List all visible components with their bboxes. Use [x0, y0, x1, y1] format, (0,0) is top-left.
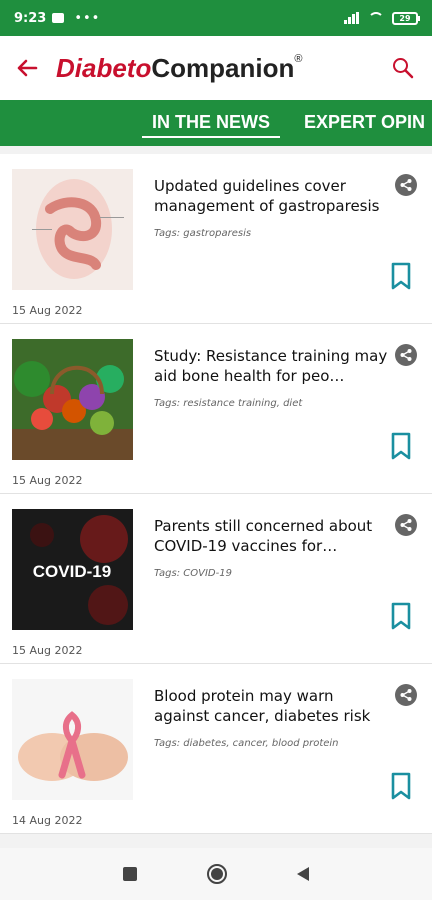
share-icon: [400, 519, 412, 531]
home-icon: [211, 868, 223, 880]
article-tags: Tags: resistance training, diet: [154, 398, 303, 409]
recents-button[interactable]: [123, 867, 137, 881]
article-tags: Tags: gastroparesis: [154, 228, 252, 239]
system-nav-bar: [0, 848, 432, 900]
message-icon: [52, 13, 65, 23]
search-button[interactable]: [386, 51, 420, 85]
article-title[interactable]: Blood protein may warn against cancer, d…: [154, 686, 390, 726]
bookmark-icon[interactable]: [390, 602, 412, 630]
article-date: 15 Aug 2022: [12, 644, 83, 657]
article-date: 15 Aug 2022: [12, 304, 83, 317]
share-button[interactable]: [395, 174, 417, 196]
bookmark-icon[interactable]: [390, 262, 412, 290]
tab-expert-opinion[interactable]: EXPERT OPIN: [304, 100, 425, 146]
article-date: 15 Aug 2022: [12, 474, 83, 487]
signal-icon: [344, 12, 360, 24]
tab-in-the-news[interactable]: IN THE NEWS: [142, 100, 281, 146]
share-button[interactable]: [395, 514, 417, 536]
logo-part-diabeto: Diabeto: [56, 52, 152, 83]
article-thumbnail[interactable]: [12, 339, 133, 460]
wifi-icon: [368, 12, 384, 24]
share-button[interactable]: [395, 344, 417, 366]
article-tags: Tags: COVID-19: [154, 568, 232, 579]
article-date: 14 Aug 2022: [12, 814, 83, 827]
article-title[interactable]: Parents still concerned about COVID-19 v…: [154, 516, 390, 556]
article-tags: Tags: diabetes, cancer, blood protein: [154, 738, 339, 749]
logo-part-companion: Companion: [151, 52, 295, 83]
share-icon: [400, 689, 412, 701]
news-card[interactable]: COVID-19 Parents still concerned about C…: [0, 494, 432, 664]
bookmark-icon[interactable]: [390, 432, 412, 460]
home-button[interactable]: [207, 864, 227, 884]
battery-level: 29: [399, 13, 411, 23]
article-title[interactable]: Updated guidelines cover management of g…: [154, 176, 390, 216]
back-button[interactable]: [12, 53, 42, 83]
system-back-button[interactable]: [297, 867, 309, 881]
share-icon: [400, 349, 412, 361]
status-bar: 9:23 ••• 29: [0, 0, 432, 36]
news-card[interactable]: Blood protein may warn against cancer, d…: [0, 664, 432, 834]
app-bar: DiabetoCompanion®: [0, 36, 432, 100]
status-time: 9:23: [14, 10, 47, 26]
app-logo: DiabetoCompanion®: [56, 53, 302, 84]
covid-thumbnail-text: COVID-19: [33, 562, 111, 581]
search-icon: [393, 58, 414, 79]
news-card[interactable]: Study: Resistance training may aid bone …: [0, 324, 432, 494]
category-tabs: IN THE NEWS EXPERT OPIN: [0, 100, 432, 146]
bookmark-icon[interactable]: [390, 772, 412, 800]
share-button[interactable]: [395, 684, 417, 706]
more-notifications-icon: •••: [74, 10, 101, 26]
news-list: Updated guidelines cover management of g…: [0, 154, 432, 834]
news-card[interactable]: Updated guidelines cover management of g…: [0, 154, 432, 324]
article-thumbnail[interactable]: [12, 169, 133, 290]
article-thumbnail[interactable]: COVID-19: [12, 509, 133, 630]
article-title[interactable]: Study: Resistance training may aid bone …: [154, 346, 390, 386]
share-icon: [400, 179, 412, 191]
back-arrow-icon: [17, 59, 38, 77]
battery-icon: 29: [392, 11, 420, 25]
article-thumbnail[interactable]: [12, 679, 133, 800]
registered-mark: ®: [294, 52, 303, 65]
